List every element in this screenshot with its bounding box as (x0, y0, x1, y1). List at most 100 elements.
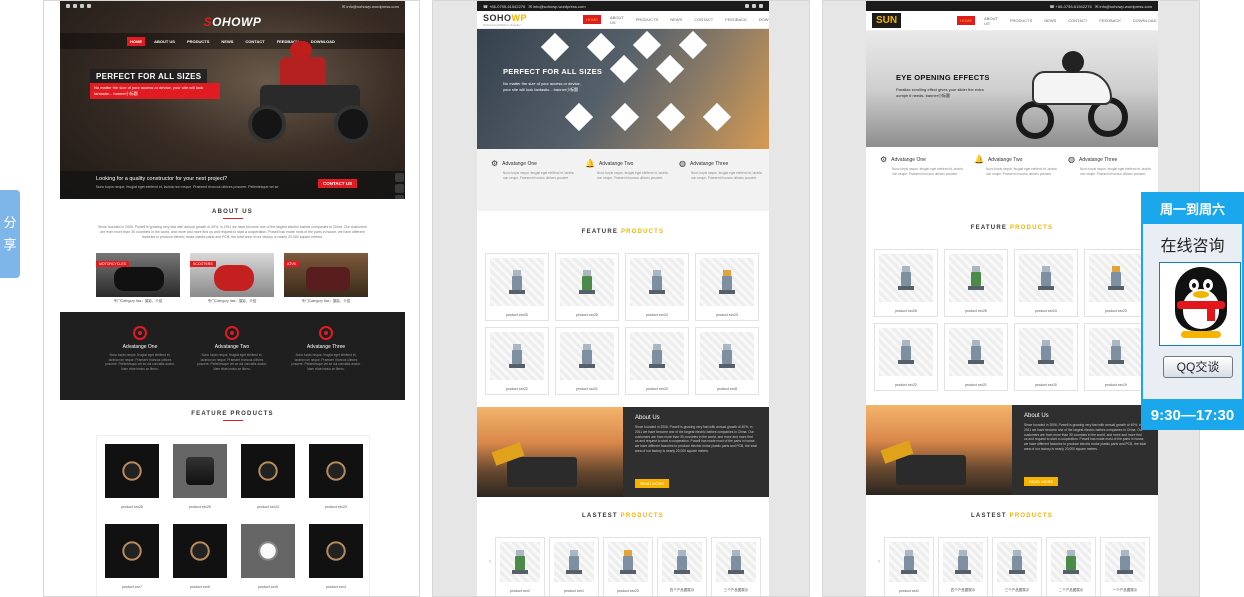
contact-us-button[interactable]: CONTACT US (318, 179, 358, 188)
nav-about[interactable]: ABOUT US (151, 37, 178, 46)
theme3-logo[interactable]: SUN (872, 13, 902, 28)
pen-icon (656, 102, 686, 132)
product-tile[interactable]: product xxx21 (944, 323, 1008, 391)
theme-gallery: 分享 ✉ info@sohowp.wordpress.com SOHOWP HO… (0, 0, 1244, 597)
about-title: About Us (635, 415, 660, 421)
share-label: 分享 (3, 215, 17, 252)
product-tile[interactable]: product xxx8 (695, 327, 759, 395)
email-text: ✉ info@sohowp.wordpress.com (342, 3, 399, 9)
theme1-preview: ✉ info@sohowp.wordpress.com SOHOWP HOME … (60, 1, 405, 596)
theme1-cta-bar: Looking for a quality constructor for yo… (60, 171, 405, 199)
qq-penguin-icon[interactable] (1159, 262, 1241, 346)
nav-products[interactable]: PRODUCTS (1007, 16, 1035, 25)
nav-contact[interactable]: CONTACT (691, 15, 716, 24)
product-tile[interactable]: 三个产品图展示 (992, 537, 1042, 596)
nav-news[interactable]: NEWS (1041, 16, 1059, 25)
theme1-topbar: ✉ info@sohowp.wordpress.com (60, 1, 405, 11)
theme1-hero-title: PERFECT FOR ALL SIZES (90, 69, 208, 84)
cta-text: Looking for a quality constructor for yo… (96, 176, 228, 182)
product-tile[interactable]: product xxx26 (485, 253, 549, 321)
gear-icon: ⚙ (880, 155, 888, 164)
qq-header: 周一到周六 (1141, 192, 1244, 224)
product-tile[interactable]: product xxx25 (169, 440, 231, 512)
social-icons[interactable] (66, 4, 91, 8)
nav-home[interactable]: HOME (957, 16, 976, 25)
advantage-1: ⚙ Advatange One Nunc turpis neque, feugia… (491, 159, 574, 180)
product-tile[interactable]: product xxx26 (101, 440, 163, 512)
theme1-about-title: ABOUT US (212, 209, 253, 215)
product-tile[interactable]: product xxx25 (944, 249, 1008, 317)
nav-home[interactable]: HOME (127, 36, 146, 46)
theme2-hero: PERFECT FOR ALL SIZES No matter the size… (477, 29, 769, 149)
product-tile[interactable]: product xxx20 (625, 327, 689, 395)
product-tile[interactable]: product xxx24 (1014, 249, 1078, 317)
product-tile[interactable]: product xxx1 (549, 537, 599, 596)
nav-news[interactable]: NEWS (218, 37, 236, 46)
product-tile[interactable]: product xxx2 (884, 537, 934, 596)
read-more-button[interactable]: READ MORE (1024, 477, 1059, 486)
product-tile[interactable]: product xxx26 (874, 249, 938, 317)
product-tile[interactable]: product xxx5 (237, 520, 299, 592)
advantage-icon (319, 326, 333, 340)
theme3-advantages: ⚙ Advatange One Nunc turpis neque, feugia… (866, 147, 1158, 207)
screen-icon (655, 54, 685, 84)
product-tile[interactable]: 二个产品图展示 (1046, 537, 1096, 596)
advantage-2: Advatange Two Nunc turpis neque, feugiat… (197, 326, 267, 371)
product-tile[interactable]: product xxx23 (603, 537, 653, 596)
social-icons[interactable] (745, 4, 763, 8)
about-title: About Us (1024, 413, 1049, 419)
product-tile[interactable]: product xxx7 (101, 520, 163, 592)
chevron-left-icon[interactable]: ‹ (878, 559, 880, 565)
nav-products[interactable]: PRODUCTS (184, 37, 212, 46)
share-tab[interactable]: 分享 (0, 190, 20, 278)
theme1-product-grid: product xxx26 product xxx25 product xxx2… (96, 435, 370, 596)
theme-card-2[interactable]: ☎ +86-0755-61542276 ✉ info@sohowp.wordpr… (432, 0, 810, 597)
product-tile[interactable]: product xxx23 (1084, 249, 1148, 317)
nav-feedback[interactable]: FEEDBACK (1096, 16, 1124, 25)
product-tile[interactable]: product xxx22 (485, 327, 549, 395)
product-tile[interactable]: 四个产品图展示 (938, 537, 988, 596)
category-card[interactable]: MOTORCYCLES (96, 253, 180, 297)
medal-icon (678, 30, 708, 60)
nav-about[interactable]: ABOUT US (607, 13, 627, 27)
theme-card-1[interactable]: ✉ info@sohowp.wordpress.com SOHOWP HOME … (43, 0, 420, 597)
product-tile[interactable]: product xxx21 (555, 327, 619, 395)
nav-about[interactable]: ABOUT US (981, 14, 1001, 28)
gear-icon: ⚙ (491, 159, 499, 168)
side-contact-icons[interactable] (395, 173, 405, 199)
product-tile[interactable]: product xxx20 (1014, 323, 1078, 391)
theme2-featured-heading: FEATURE PRODUCTS (581, 229, 665, 235)
product-tile[interactable]: product xxx25 (555, 253, 619, 321)
product-tile[interactable]: product xxx19 (1084, 323, 1148, 391)
theme1-advantages: Advatange One Nunc turpis neque, feugiat… (60, 312, 405, 400)
theme2-logo[interactable]: SOHOWP Professional Platform Supplier (483, 13, 527, 27)
read-more-button[interactable]: READ MORE (635, 479, 670, 488)
product-tile[interactable]: product xxx2 (495, 537, 545, 596)
category-card[interactable]: SCOOTERS (190, 253, 274, 297)
category-caption: 专门Category Itas：摄影，介绍 (301, 299, 351, 303)
qq-chat-button[interactable]: QQ交谈 (1163, 356, 1233, 378)
product-tile[interactable]: 一个产品图展示 (1100, 537, 1150, 596)
nav-download[interactable]: DOWNLOAD (756, 15, 769, 24)
chevron-left-icon[interactable]: ‹ (489, 559, 491, 565)
nav-feedback[interactable]: FEEDBACK (722, 15, 750, 24)
theme1-logo[interactable]: SOHOWP (60, 11, 405, 31)
nav-home[interactable]: HOME (583, 15, 602, 24)
nav-products[interactable]: PRODUCTS (633, 15, 661, 24)
product-tile[interactable]: product xxx23 (695, 253, 759, 321)
category-card[interactable]: ATVS (284, 253, 368, 297)
product-tile[interactable]: product xxx22 (874, 323, 938, 391)
product-tile[interactable]: 四个产品图展示 (657, 537, 707, 596)
product-tile[interactable]: product xxx24 (625, 253, 689, 321)
nav-news[interactable]: NEWS (667, 15, 685, 24)
product-tile[interactable]: product xxx24 (237, 440, 299, 512)
product-tile[interactable]: product xxx6 (169, 520, 231, 592)
product-tile[interactable]: 三个产品图展示 (711, 537, 761, 596)
product-tile[interactable]: product xxx4 (305, 520, 367, 592)
theme3-hero-sub: Parallax scrolling effect gives your sli… (896, 87, 984, 98)
advantage-1: ⚙ Advatange One Nunc turpis neque, feugia… (880, 155, 963, 176)
advantage-2: 🔔 Advatange Two Nunc turpis neque, feugia… (974, 155, 1057, 176)
nav-contact[interactable]: CONTACT (1065, 16, 1090, 25)
product-tile[interactable]: product xxx23 (305, 440, 367, 512)
nav-download[interactable]: DOWNLOAD (1130, 16, 1158, 25)
